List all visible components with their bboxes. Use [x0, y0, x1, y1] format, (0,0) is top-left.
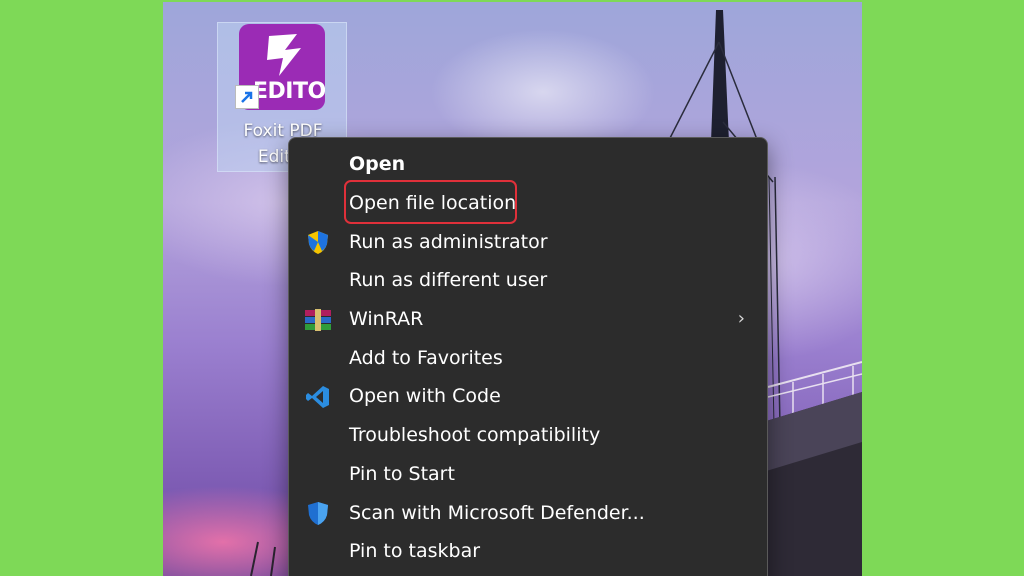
submenu-chevron-icon: ›	[737, 307, 745, 329]
app-icon-logo-text: EDITOR	[253, 79, 325, 104]
menu-item-run-as-different-user[interactable]: Run as different user	[289, 261, 767, 300]
vscode-icon	[303, 383, 333, 411]
menu-item-label: Run as administrator	[349, 230, 548, 253]
menu-item-scan-with-defender[interactable]: Scan with Microsoft Defender...	[289, 493, 767, 532]
menu-item-open[interactable]: Open	[289, 145, 767, 184]
menu-item-label: Pin to Start	[349, 462, 455, 485]
menu-item-run-as-administrator[interactable]: Run as administrator	[289, 222, 767, 261]
menu-item-label: Scan with Microsoft Defender...	[349, 501, 645, 524]
menu-item-label: WinRAR	[349, 308, 424, 331]
defender-shield-icon	[303, 499, 333, 527]
menu-item-winrar[interactable]: WinRAR ›	[289, 300, 767, 339]
shortcut-arrow-icon	[235, 85, 259, 109]
menu-item-label: Open	[349, 153, 406, 176]
menu-item-add-to-favorites[interactable]: Add to Favorites	[289, 338, 767, 377]
menu-item-label: Add to Favorites	[349, 346, 503, 369]
menu-item-pin-to-start[interactable]: Pin to Start	[289, 455, 767, 494]
menu-item-open-with-code[interactable]: Open with Code	[289, 377, 767, 416]
menu-item-label: Troubleshoot compatibility	[349, 424, 601, 447]
menu-item-label: Open with Code	[349, 385, 501, 408]
winrar-icon	[303, 306, 333, 334]
highlight-box	[344, 180, 517, 224]
menu-item-label: Run as different user	[349, 269, 548, 292]
menu-item-label: Pin to taskbar	[349, 540, 481, 563]
uac-shield-icon	[303, 228, 333, 256]
menu-item-pin-to-taskbar[interactable]: Pin to taskbar	[289, 532, 767, 571]
menu-item-troubleshoot-compatibility[interactable]: Troubleshoot compatibility	[289, 416, 767, 455]
